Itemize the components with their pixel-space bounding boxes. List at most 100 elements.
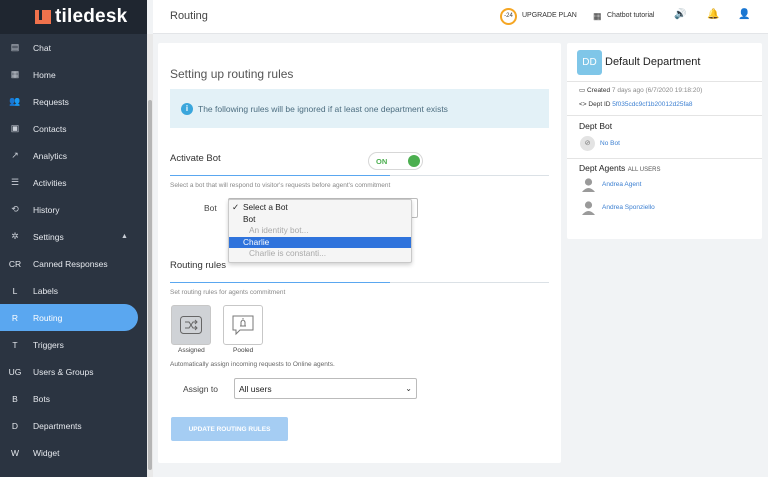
- toggle-knob: [408, 155, 420, 167]
- assigned-option[interactable]: [171, 305, 211, 345]
- sidebar-item-requests[interactable]: 👥 Requests: [0, 88, 147, 115]
- sidebar-item-chat[interactable]: ▤ Chat: [0, 34, 147, 61]
- page-title: Routing: [170, 10, 208, 22]
- info-text: The following rules will be ignored if a…: [198, 103, 448, 114]
- sidebar-item-label: Departments: [33, 420, 82, 431]
- bot-option-label: Select a Bot: [243, 202, 288, 212]
- department-id: <> Dept ID 5f035cdc9cf1b20012d25fa8: [579, 101, 693, 108]
- info-icon: i: [181, 102, 193, 115]
- bot-select-dropdown: ✓ Select a Bot Bot An identity bot... Charli…: [228, 199, 412, 263]
- activate-bot-title: Activate Bot: [170, 153, 221, 164]
- sidebar-item-triggers[interactable]: T Triggers: [0, 331, 147, 358]
- contacts-icon: ▣: [10, 123, 20, 133]
- brand-logo[interactable]: tiledesk: [0, 0, 147, 34]
- update-routing-rules-button[interactable]: UPDATE ROUTING RULES: [171, 417, 288, 441]
- sidebar-item-label: Chat: [33, 42, 51, 53]
- code-icon: <>: [579, 101, 587, 108]
- chevron-down-icon: ⌄: [405, 384, 412, 393]
- bot-option[interactable]: Charlie: [229, 236, 411, 248]
- sidebar-item-label: Widget: [33, 447, 60, 458]
- sidebar-item-label: Labels: [33, 285, 59, 296]
- info-box: i The following rules will be ignored if…: [170, 89, 549, 128]
- history-icon: ⟲: [11, 204, 19, 214]
- top-bar: Routing -24 UPGRADE PLAN ▦ Chatbot tutor…: [153, 0, 768, 34]
- sidebar-item-departments[interactable]: D Departments: [0, 412, 147, 439]
- sidebar-item-label: Bots: [33, 393, 51, 404]
- dept-agent-item[interactable]: Andrea Agent: [602, 181, 641, 188]
- bot-option-label: Charlie: [243, 236, 270, 247]
- sidebar-item-activities[interactable]: ☰ Activities: [0, 169, 147, 196]
- bot-option: Charlie is constanti...: [229, 248, 411, 260]
- bell-icon[interactable]: 🔔: [707, 9, 719, 20]
- sidebar-item-abbr: CR: [8, 258, 22, 269]
- sidebar-item-label: Triggers: [33, 339, 64, 350]
- sidebar-item-abbr: D: [11, 420, 19, 431]
- sidebar-item-label: Canned Responses: [33, 258, 108, 269]
- brand-name: tiledesk: [55, 6, 128, 27]
- sidebar-item-label: Contacts: [33, 123, 67, 134]
- sidebar-item-history[interactable]: ⟲ History: [0, 196, 147, 223]
- sidebar-item-label: Home: [33, 69, 56, 80]
- sidebar-item-users-groups[interactable]: UG Users & Groups: [0, 358, 147, 385]
- sidebar-item-contacts[interactable]: ▣ Contacts: [0, 115, 147, 142]
- activate-bot-toggle[interactable]: ON: [368, 152, 423, 170]
- sidebar-item-label: Users & Groups: [33, 366, 94, 377]
- bot-option: An identity bot...: [229, 225, 411, 237]
- no-bot-label: No Bot: [600, 140, 620, 147]
- sidebar-item-labels[interactable]: L Labels: [0, 277, 147, 304]
- sidebar-item-bots[interactable]: B Bots: [0, 385, 147, 412]
- sidebar-scrollbar-thumb[interactable]: [148, 100, 152, 470]
- chevron-up-icon: ▲: [121, 233, 128, 240]
- sidebar-item-label: History: [33, 204, 60, 215]
- chat-icon: ▤: [10, 42, 20, 52]
- sidebar-item-label: Activities: [33, 177, 67, 188]
- requests-icon: 👥: [9, 96, 21, 106]
- routing-rules-hint: Set routing rules for agents commitment: [170, 289, 286, 296]
- activate-bot-divider: [170, 175, 549, 176]
- sidebar-item-abbr: L: [12, 285, 18, 296]
- pooled-option[interactable]: [223, 305, 263, 345]
- sidebar-item-abbr: R: [11, 312, 19, 323]
- department-created: ▭ Created 7 days ago (6/7/2020 19:18:20): [579, 87, 703, 94]
- sidebar-nav: ▤ Chat ▦ Home 👥 Requests ▣ Contacts ↗ Analytics ☰ A…: [0, 34, 147, 477]
- sidebar-item-operating-hours[interactable]: OOperating Hours: [0, 466, 147, 477]
- department-card: DD Default Department ▭ Created 7 days a…: [567, 43, 762, 239]
- sidebar-item-label: Settings: [33, 231, 64, 242]
- assign-hint: Automatically assign incoming requests t…: [170, 361, 335, 368]
- trial-days-badge[interactable]: -24: [500, 8, 517, 25]
- user-icon[interactable]: 👤: [738, 9, 750, 20]
- bot-option[interactable]: ✓ Select a Bot: [229, 202, 411, 214]
- checkmark-icon: ✓: [232, 202, 239, 212]
- dept-agent-item[interactable]: Andrea Sponziello: [602, 204, 655, 211]
- bot-select-label: Bot: [204, 203, 217, 213]
- bell-pool-icon: [232, 315, 254, 336]
- sidebar-item-abbr: T: [12, 339, 18, 350]
- avatar-icon: [582, 201, 595, 215]
- bot-option[interactable]: Bot: [229, 214, 411, 226]
- grid-icon[interactable]: ▦: [593, 11, 602, 22]
- sidebar-item-widget[interactable]: W Widget: [0, 439, 147, 466]
- sidebar: tiledesk ▤ Chat ▦ Home 👥 Requests ▣ Contacts ↗ An…: [0, 0, 147, 477]
- chatbot-tutorial-link[interactable]: Chatbot tutorial: [607, 12, 654, 19]
- dept-bot-title: Dept Bot: [579, 121, 613, 131]
- sidebar-item-abbr: B: [12, 393, 18, 404]
- calendar-icon: ▭: [579, 87, 586, 94]
- sidebar-item-label: Requests: [33, 96, 69, 107]
- gear-icon: ✲: [11, 231, 19, 241]
- home-icon: ▦: [10, 69, 20, 79]
- assign-to-value: All users: [239, 384, 272, 394]
- sidebar-item-canned-responses[interactable]: CR Canned Responses: [0, 250, 147, 277]
- sidebar-item-analytics[interactable]: ↗ Analytics: [0, 142, 147, 169]
- sidebar-item-home[interactable]: ▦ Home: [0, 61, 147, 88]
- assign-to-select[interactable]: All users ⌄: [234, 378, 417, 399]
- sidebar-item-routing[interactable]: R Routing: [0, 304, 138, 331]
- sound-icon[interactable]: 🔊: [674, 9, 686, 20]
- department-name: Default Department: [605, 56, 701, 68]
- no-bot-icon: ⊘: [580, 136, 595, 151]
- bot-option-label: An identity bot...: [249, 225, 309, 235]
- sidebar-item-abbr: UG: [8, 366, 22, 377]
- bot-option-label: Charlie is constanti...: [249, 248, 327, 258]
- upgrade-plan-link[interactable]: UPGRADE PLAN: [522, 12, 577, 19]
- sidebar-item-settings[interactable]: ✲ Settings ▲: [0, 223, 147, 250]
- assigned-label: Assigned: [178, 347, 205, 354]
